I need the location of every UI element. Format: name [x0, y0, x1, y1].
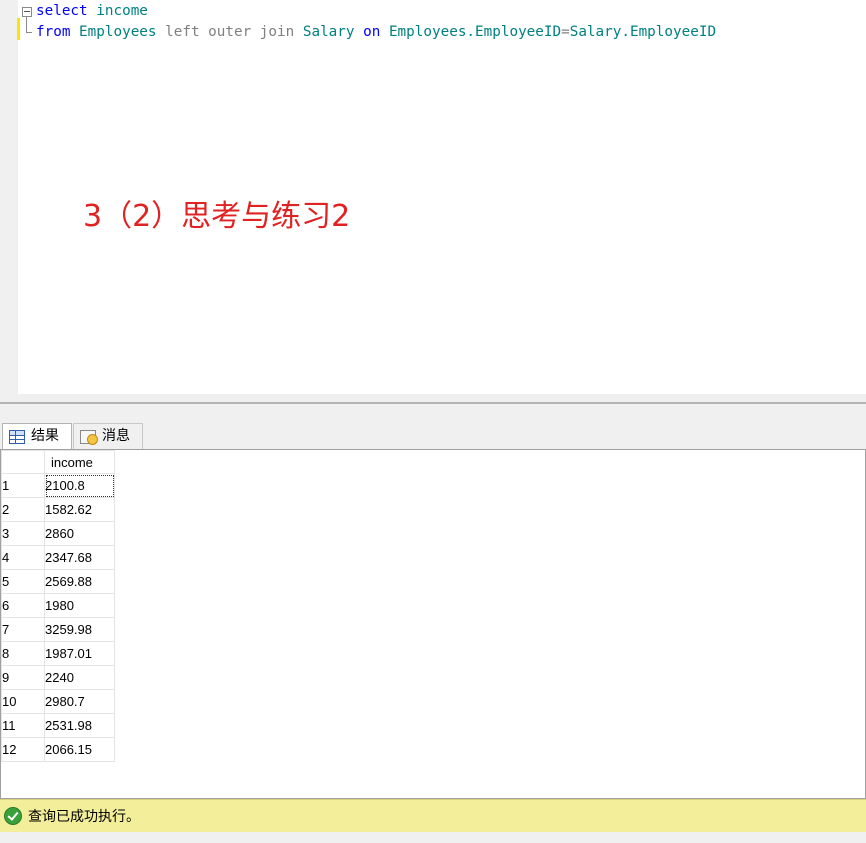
income-cell[interactable]: 1987.01 — [44, 641, 115, 666]
income-cell[interactable]: 2100.8 — [44, 473, 115, 498]
table-salary: Salary — [302, 24, 355, 40]
join-condition-right: Salary.EmployeeID — [569, 24, 717, 40]
table-row[interactable]: 2 1582.62 — [1, 497, 115, 522]
header-row: income — [1, 450, 115, 474]
table-row[interactable]: 4 2347.68 — [1, 545, 115, 570]
row-number[interactable]: 11 — [1, 713, 45, 738]
keyword-from: from — [36, 24, 71, 40]
column-header-income[interactable]: income — [44, 450, 115, 474]
table-employees: Employees — [79, 24, 157, 40]
change-indicator-bar — [17, 18, 20, 40]
splitter-line — [0, 402, 866, 404]
tab-results[interactable]: 结果 — [2, 423, 72, 449]
row-number[interactable]: 10 — [1, 689, 45, 714]
operator-equals: = — [561, 24, 570, 40]
table-row[interactable]: 7 3259.98 — [1, 617, 115, 642]
table-row[interactable]: 3 2860 — [1, 521, 115, 546]
row-number[interactable]: 2 — [1, 497, 45, 522]
results-table: income 1 2100.8 2 1582.62 3 2860 4 2347.68 5… — [1, 450, 115, 762]
income-cell[interactable]: 2531.98 — [44, 713, 115, 738]
table-row[interactable]: 8 1987.01 — [1, 641, 115, 666]
collapse-minus-icon[interactable] — [22, 7, 32, 17]
code-line-2[interactable]: from Employees left outer join Salary on… — [36, 22, 716, 42]
table-row[interactable]: 12 2066.15 — [1, 737, 115, 762]
row-number[interactable]: 5 — [1, 569, 45, 594]
status-message: 查询已成功执行。 — [28, 809, 140, 825]
table-row[interactable]: 10 2980.7 — [1, 689, 115, 714]
income-cell[interactable]: 3259.98 — [44, 617, 115, 642]
table-row[interactable]: 1 2100.8 — [1, 473, 115, 498]
tab-messages[interactable]: 消息 — [73, 423, 143, 449]
row-number[interactable]: 3 — [1, 521, 45, 546]
income-cell[interactable]: 2347.68 — [44, 545, 115, 570]
income-cell[interactable]: 2980.7 — [44, 689, 115, 714]
tab-messages-label: 消息 — [102, 428, 130, 444]
annotation-label: 3（2）思考与练习2 — [83, 199, 351, 234]
column-income: income — [96, 3, 148, 19]
row-number[interactable]: 1 — [1, 473, 45, 498]
code-line-1[interactable]: select income — [36, 1, 148, 21]
message-icon — [80, 429, 98, 445]
outline-end — [26, 32, 32, 33]
join-condition-left: Employees.EmployeeID — [388, 24, 562, 40]
row-number[interactable]: 12 — [1, 737, 45, 762]
pane-splitter[interactable] — [0, 394, 866, 414]
row-number[interactable]: 9 — [1, 665, 45, 690]
row-number[interactable]: 4 — [1, 545, 45, 570]
income-cell[interactable]: 2860 — [44, 521, 115, 546]
income-cell[interactable]: 1582.62 — [44, 497, 115, 522]
success-check-icon — [4, 807, 22, 825]
income-cell[interactable]: 2240 — [44, 665, 115, 690]
row-number[interactable]: 7 — [1, 617, 45, 642]
keyword-on: on — [363, 24, 381, 40]
outline-line — [26, 17, 27, 33]
row-number[interactable]: 6 — [1, 593, 45, 618]
keyword-left-outer-join: left outer join — [165, 24, 295, 40]
bottom-strip — [0, 832, 866, 843]
editor-gutter — [0, 0, 18, 394]
table-row[interactable]: 6 1980 — [1, 593, 115, 618]
grid-corner[interactable] — [1, 450, 45, 474]
query-editor[interactable]: select income from Employees left outer … — [0, 0, 866, 394]
income-cell[interactable]: 2569.88 — [44, 569, 115, 594]
results-grid[interactable]: income 1 2100.8 2 1582.62 3 2860 4 2347.68 5… — [0, 449, 866, 799]
income-cell[interactable]: 1980 — [44, 593, 115, 618]
grid-icon — [9, 429, 25, 444]
tab-results-label: 结果 — [31, 428, 59, 444]
table-row[interactable]: 5 2569.88 — [1, 569, 115, 594]
income-cell[interactable]: 2066.15 — [44, 737, 115, 762]
table-row[interactable]: 11 2531.98 — [1, 713, 115, 738]
keyword-select: select — [36, 3, 88, 19]
status-bar: 查询已成功执行。 — [0, 799, 866, 832]
table-row[interactable]: 9 2240 — [1, 665, 115, 690]
row-number[interactable]: 8 — [1, 641, 45, 666]
